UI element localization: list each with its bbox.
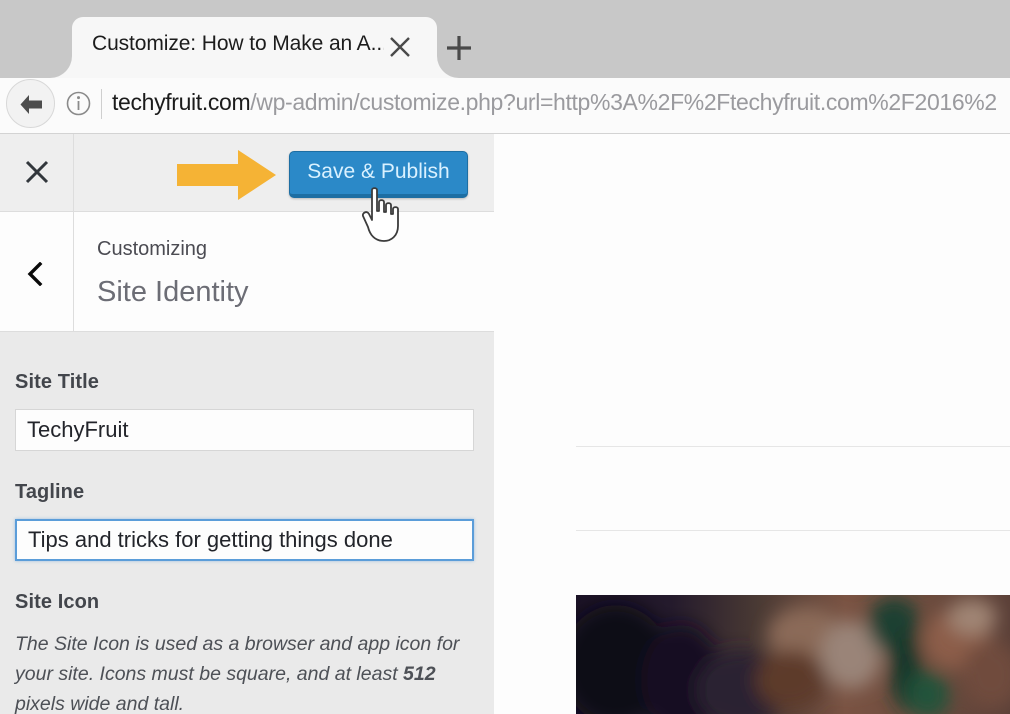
tab-strip: Customize: How to Make an A... [0,0,1010,78]
right-arrow-annotation-icon [177,150,276,200]
preview-featured-image [576,595,1010,714]
tab-shoulder-left [28,34,72,78]
site-icon-description-part2: pixels wide and tall. [15,693,185,714]
site-title-input[interactable]: TechyFruit [15,409,474,451]
tagline-input[interactable]: Tips and tricks for getting things done [15,519,474,561]
url-host: techyfruit.com [112,89,251,115]
site-preview-pane[interactable] [494,134,1010,714]
site-icon-minimum-size: 512 [403,663,436,685]
customizer-title-bar [0,212,494,332]
plus-icon[interactable] [444,33,474,63]
site-icon-label: Site Icon [15,591,100,613]
back-arrow-icon[interactable] [6,79,55,128]
chevron-left-icon[interactable] [0,212,74,331]
browser-window: Customize: How to Make an A... techyfrui… [0,0,1010,714]
site-title-label: Site Title [15,371,99,393]
close-icon[interactable] [386,33,414,61]
url-text[interactable]: techyfruit.com/wp-admin/customize.php?ur… [112,89,1010,116]
customizing-eyebrow: Customizing [97,238,208,260]
tagline-label: Tagline [15,481,85,503]
preview-divider [576,530,1010,531]
site-icon-description-part1: The Site Icon is used as a browser and a… [15,633,460,685]
save-and-publish-button[interactable]: Save & Publish [289,151,468,198]
close-customizer-button[interactable] [0,134,74,211]
page-title: Site Identity [97,276,249,308]
url-separator [101,89,102,119]
preview-divider [576,446,1010,447]
tab-title[interactable]: Customize: How to Make an A... [92,32,384,56]
info-circle-icon[interactable] [66,91,91,116]
site-icon-description: The Site Icon is used as a browser and a… [15,629,475,714]
url-path: /wp-admin/customize.php?url=http%3A%2F%2… [250,89,997,115]
